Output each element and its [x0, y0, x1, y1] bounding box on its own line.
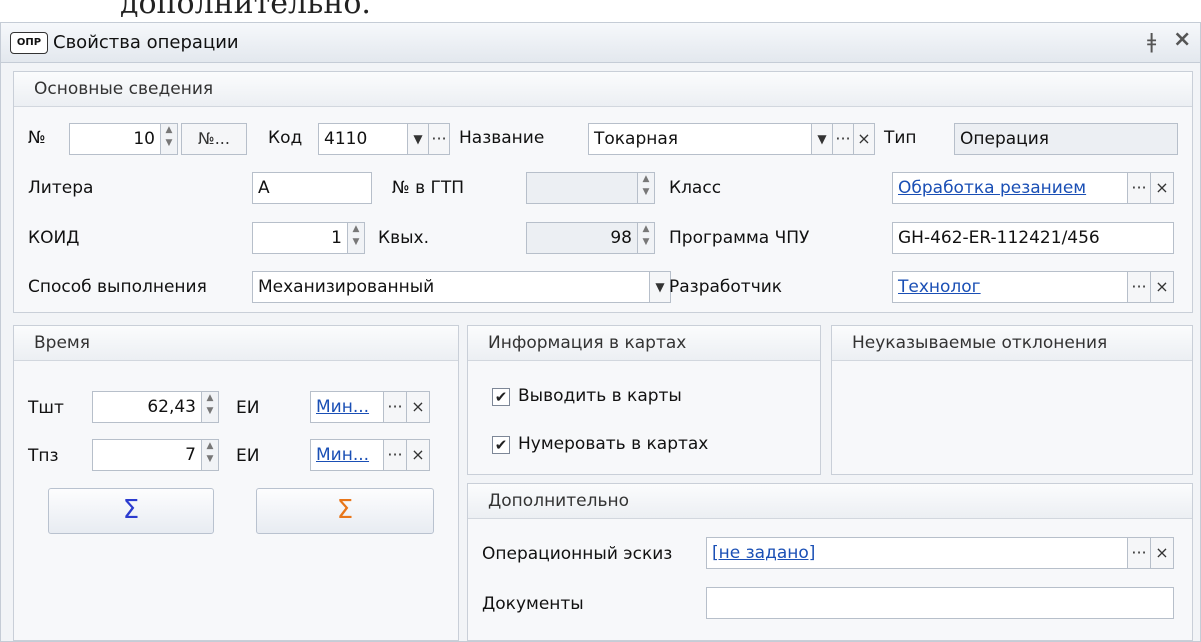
tsht-unit-label: ЕИ — [236, 398, 260, 418]
sketch-link[interactable]: [не задано] — [712, 543, 815, 563]
method-dropdown-button[interactable]: ▼ — [649, 271, 671, 303]
number-label: № — [28, 128, 46, 148]
sketch-label: Операционный эскиз — [482, 544, 673, 564]
name-browse-button[interactable]: ··· — [832, 123, 854, 155]
tsht-unit-link[interactable]: Мин... — [316, 397, 369, 417]
cnc-program-label: Программа ЧПУ — [669, 228, 810, 248]
class-browse-button[interactable]: ··· — [1127, 172, 1151, 204]
developer-browse-button[interactable]: ··· — [1127, 271, 1151, 303]
tpz-unit-link[interactable]: Мин... — [316, 445, 369, 465]
kvyh-label: Квых. — [378, 228, 429, 248]
name-label: Название — [459, 128, 545, 148]
tpz-unit-clear-button[interactable]: × — [406, 439, 430, 471]
developer-field[interactable]: Технолог — [892, 271, 1128, 303]
tpz-unit-browse-button[interactable]: ··· — [383, 439, 407, 471]
number-input[interactable]: 10 — [69, 123, 161, 155]
koid-label: КОИД — [28, 228, 80, 248]
additional-header: Дополнительно — [468, 484, 1192, 519]
type-field: Операция — [954, 123, 1178, 155]
deviations-title: Неуказываемые отклонения — [852, 333, 1108, 353]
time-title: Время — [34, 333, 90, 353]
tpz-spinner[interactable]: ▲ ▼ — [201, 439, 219, 471]
name-input[interactable]: Токарная — [588, 123, 812, 155]
class-label: Класс — [669, 178, 722, 198]
type-label: Тип — [884, 128, 917, 148]
tpz-unit-label: ЕИ — [236, 446, 260, 466]
developer-label: Разработчик — [669, 277, 783, 297]
gtp-number-input[interactable] — [526, 172, 638, 204]
tsht-input[interactable]: 62,43 — [92, 391, 202, 423]
tsht-label: Тшт — [28, 398, 64, 418]
output-to-cards-label: Выводить в карты — [518, 386, 682, 406]
main-info-panel: Основные сведения № 10 ▲ ▼ №... Код 4110 … — [13, 71, 1193, 313]
tsht-unit-field[interactable]: Мин... — [310, 391, 384, 423]
tpz-label: Тпз — [28, 446, 59, 466]
documents-input[interactable] — [706, 587, 1174, 619]
sketch-browse-button[interactable]: ··· — [1127, 537, 1151, 569]
window-titlebar: ОПР Свойства операции ǂ × — [1, 23, 1200, 63]
close-icon[interactable]: × — [1173, 27, 1191, 52]
pin-icon[interactable]: ǂ — [1147, 29, 1156, 53]
method-select[interactable]: Механизированный — [252, 271, 650, 303]
cards-info-panel: Информация в картах ✔ Выводить в карты ✔… — [467, 325, 821, 475]
documents-label: Документы — [482, 594, 584, 614]
window-title: Свойства операции — [53, 32, 239, 53]
time-header: Время — [14, 326, 458, 361]
time-panel: Время Тшт 62,43 ▲ ▼ ЕИ Мин... ··· × Тпз 7… — [13, 325, 459, 641]
koid-input[interactable]: 1 — [252, 222, 348, 254]
class-clear-button[interactable]: × — [1150, 172, 1174, 204]
tsht-spinner[interactable]: ▲ ▼ — [201, 391, 219, 423]
developer-link[interactable]: Технолог — [898, 277, 981, 297]
gtp-number-label: № в ГТП — [392, 178, 465, 198]
litera-input[interactable]: А — [252, 172, 372, 204]
operation-icon: ОПР — [10, 32, 48, 54]
main-info-title: Основные сведения — [34, 79, 214, 99]
additional-panel: Дополнительно Операционный эскиз [не зад… — [467, 483, 1193, 641]
kvyh-input[interactable]: 98 — [526, 222, 638, 254]
kvyh-spinner[interactable]: ▲ ▼ — [637, 222, 655, 254]
cards-info-header: Информация в картах — [468, 326, 820, 361]
page-heading-fragment: дополнительно. — [120, 0, 371, 21]
main-info-header: Основные сведения — [14, 72, 1192, 107]
developer-clear-button[interactable]: × — [1150, 271, 1174, 303]
sketch-field[interactable]: [не задано] — [706, 537, 1128, 569]
class-link[interactable]: Обработка резанием — [898, 178, 1086, 198]
tpz-input[interactable]: 7 — [92, 439, 202, 471]
operation-properties-window: ОПР Свойства операции ǂ × Основные сведе… — [0, 22, 1201, 642]
method-label: Способ выполнения — [28, 277, 207, 297]
gtp-number-spinner[interactable]: ▲ ▼ — [637, 172, 655, 204]
sum-blue-button[interactable]: Σ — [48, 488, 214, 534]
number-in-cards-label: Нумеровать в картах — [518, 434, 709, 454]
sum-orange-button[interactable]: Σ — [256, 488, 434, 534]
code-label: Код — [268, 128, 303, 148]
cards-info-title: Информация в картах — [488, 333, 687, 353]
deviations-panel: Неуказываемые отклонения — [831, 325, 1193, 475]
code-input[interactable]: 4110 — [318, 123, 408, 155]
litera-label: Литера — [28, 178, 94, 198]
sketch-clear-button[interactable]: × — [1150, 537, 1174, 569]
code-browse-button[interactable]: ··· — [428, 123, 450, 155]
tsht-unit-browse-button[interactable]: ··· — [383, 391, 407, 423]
deviations-header: Неуказываемые отклонения — [832, 326, 1192, 361]
tsht-unit-clear-button[interactable]: × — [406, 391, 430, 423]
output-to-cards-checkbox[interactable]: ✔ — [492, 388, 510, 406]
number-in-cards-checkbox[interactable]: ✔ — [492, 436, 510, 454]
name-clear-button[interactable]: × — [853, 123, 875, 155]
class-field[interactable]: Обработка резанием — [892, 172, 1128, 204]
name-dropdown-button[interactable]: ▼ — [811, 123, 833, 155]
additional-title: Дополнительно — [488, 491, 629, 511]
number-spinner[interactable]: ▲ ▼ — [160, 123, 178, 155]
cnc-program-input[interactable]: GH-462-ER-112421/456 — [892, 222, 1174, 254]
code-dropdown-button[interactable]: ▼ — [407, 123, 429, 155]
tpz-unit-field[interactable]: Мин... — [310, 439, 384, 471]
number-picker-button[interactable]: №... — [181, 123, 247, 155]
koid-spinner[interactable]: ▲ ▼ — [347, 222, 365, 254]
